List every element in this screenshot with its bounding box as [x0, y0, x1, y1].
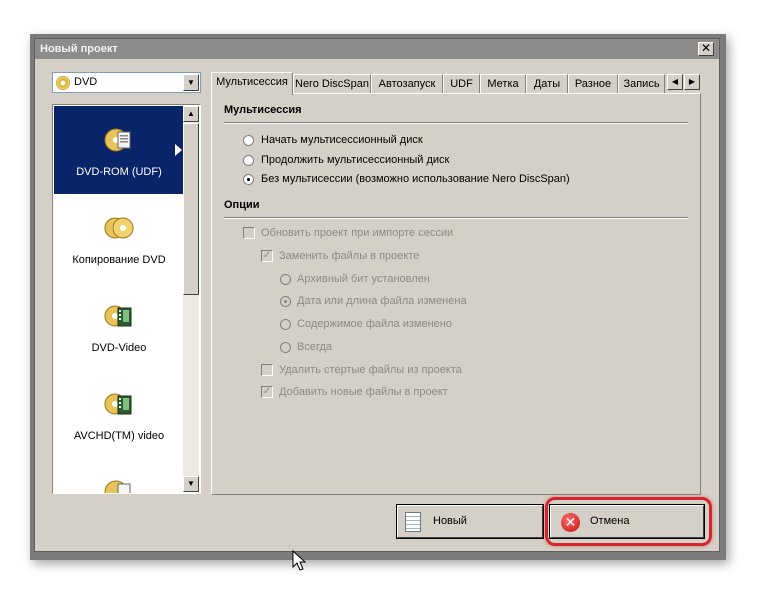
multisession-header: Мультисессия — [224, 104, 302, 116]
project-label: AVCHD(TM) video — [73, 430, 165, 442]
scroll-down-button[interactable]: ▼ — [183, 476, 199, 492]
checkbox-label: Заменить файлы в проекте — [279, 250, 420, 262]
tab-scroll-left-icon[interactable]: ◀ — [667, 74, 683, 90]
disc-type-dropdown[interactable]: DVD ▼ — [52, 72, 201, 93]
radio-label: Без мультисессии (возможно использование… — [261, 173, 570, 185]
project-item-partial[interactable] — [54, 458, 184, 493]
checkbox-label: Удалить стертые файлы из проекта — [279, 364, 462, 376]
selected-arrow-icon — [175, 144, 182, 156]
project-label: DVD-Video — [91, 342, 147, 354]
dvd-copy-icon — [104, 217, 134, 239]
dvd-disc-icon — [56, 76, 70, 90]
new-document-icon — [405, 512, 421, 532]
radio-button[interactable] — [243, 155, 254, 166]
tab-burn[interactable]: Запись — [618, 74, 665, 94]
project-type-list[interactable]: DVD-ROM (UDF) Копирование DVD DVD-Video … — [52, 104, 201, 494]
project-item-dvd-rom[interactable]: DVD-ROM (UDF) — [54, 106, 184, 194]
project-label: Копирование DVD — [72, 254, 166, 266]
radio-button-selected[interactable] — [280, 296, 291, 307]
avchd-video-icon — [104, 393, 132, 415]
multisession-panel: Мультисессия Начать мультисессионный дис… — [211, 93, 701, 495]
project-item-dvd-copy[interactable]: Копирование DVD — [54, 194, 184, 282]
checkbox-checked[interactable]: ✓ — [261, 386, 273, 398]
tab-label[interactable]: Метка — [480, 74, 526, 94]
radio-button-selected[interactable] — [243, 174, 254, 185]
tab-misc[interactable]: Разное — [568, 74, 618, 94]
disc-type-value: DVD — [74, 76, 98, 88]
radio-label: Всегда — [297, 341, 333, 353]
radio-button[interactable] — [280, 319, 291, 330]
tab-dates[interactable]: Даты — [526, 74, 568, 94]
scroll-up-button[interactable]: ▲ — [183, 106, 199, 122]
new-button-label: Новый — [433, 515, 467, 527]
checkbox-label: Добавить новые файлы в проект — [279, 386, 448, 398]
cancel-highlight-annotation — [545, 497, 712, 546]
new-project-dialog: Новый проект ✕ DVD ▼ DVD-ROM (UDF) Копир… — [34, 38, 720, 552]
project-label: DVD-ROM (UDF) — [76, 166, 162, 178]
dvd-partial-icon — [104, 480, 131, 493]
scrollbar-thumb[interactable] — [183, 123, 199, 295]
radio-label: Начать мультисессионный диск — [261, 134, 423, 146]
mouse-cursor-icon — [292, 550, 307, 571]
checkbox[interactable] — [261, 364, 273, 376]
radio-button[interactable] — [280, 274, 291, 285]
tab-scroll-right-icon[interactable]: ▶ — [684, 74, 700, 90]
tab-udf[interactable]: UDF — [443, 74, 480, 94]
tab-strip: Мультисессия Nero DiscSpan Автозапуск UD… — [211, 72, 701, 95]
title-bar: Новый проект ✕ — [35, 39, 719, 59]
radio-label: Содержимое файла изменено — [297, 318, 452, 330]
tab-multisession[interactable]: Мультисессия — [211, 72, 293, 95]
tab-autorun[interactable]: Автозапуск — [371, 74, 443, 94]
window-title: Новый проект — [40, 43, 118, 55]
chevron-down-icon[interactable]: ▼ — [183, 74, 199, 91]
checkbox[interactable] — [243, 227, 255, 239]
project-item-avchd[interactable]: AVCHD(TM) video — [54, 370, 184, 458]
checkbox-checked[interactable]: ✓ — [261, 250, 273, 262]
radio-button[interactable] — [243, 135, 254, 146]
separator — [224, 217, 688, 219]
radio-label: Продолжить мультисессионный диск — [261, 154, 450, 166]
tab-nero-discspan[interactable]: Nero DiscSpan — [293, 74, 371, 94]
radio-label: Дата или длина файла изменена — [297, 295, 467, 307]
options-header: Опции — [224, 199, 260, 211]
radio-button[interactable] — [280, 342, 291, 353]
radio-label: Архивный бит установлен — [297, 273, 430, 285]
project-list-scrollbar[interactable]: ▲ ▼ — [183, 106, 199, 492]
new-button[interactable]: Новый — [396, 504, 544, 539]
checkbox-label: Обновить проект при импорте сессии — [261, 227, 454, 239]
separator — [224, 122, 688, 124]
dvd-video-icon — [104, 305, 132, 327]
close-button[interactable]: ✕ — [698, 42, 714, 56]
dvd-rom-icon — [104, 128, 131, 152]
project-item-dvd-video[interactable]: DVD-Video — [54, 282, 184, 370]
